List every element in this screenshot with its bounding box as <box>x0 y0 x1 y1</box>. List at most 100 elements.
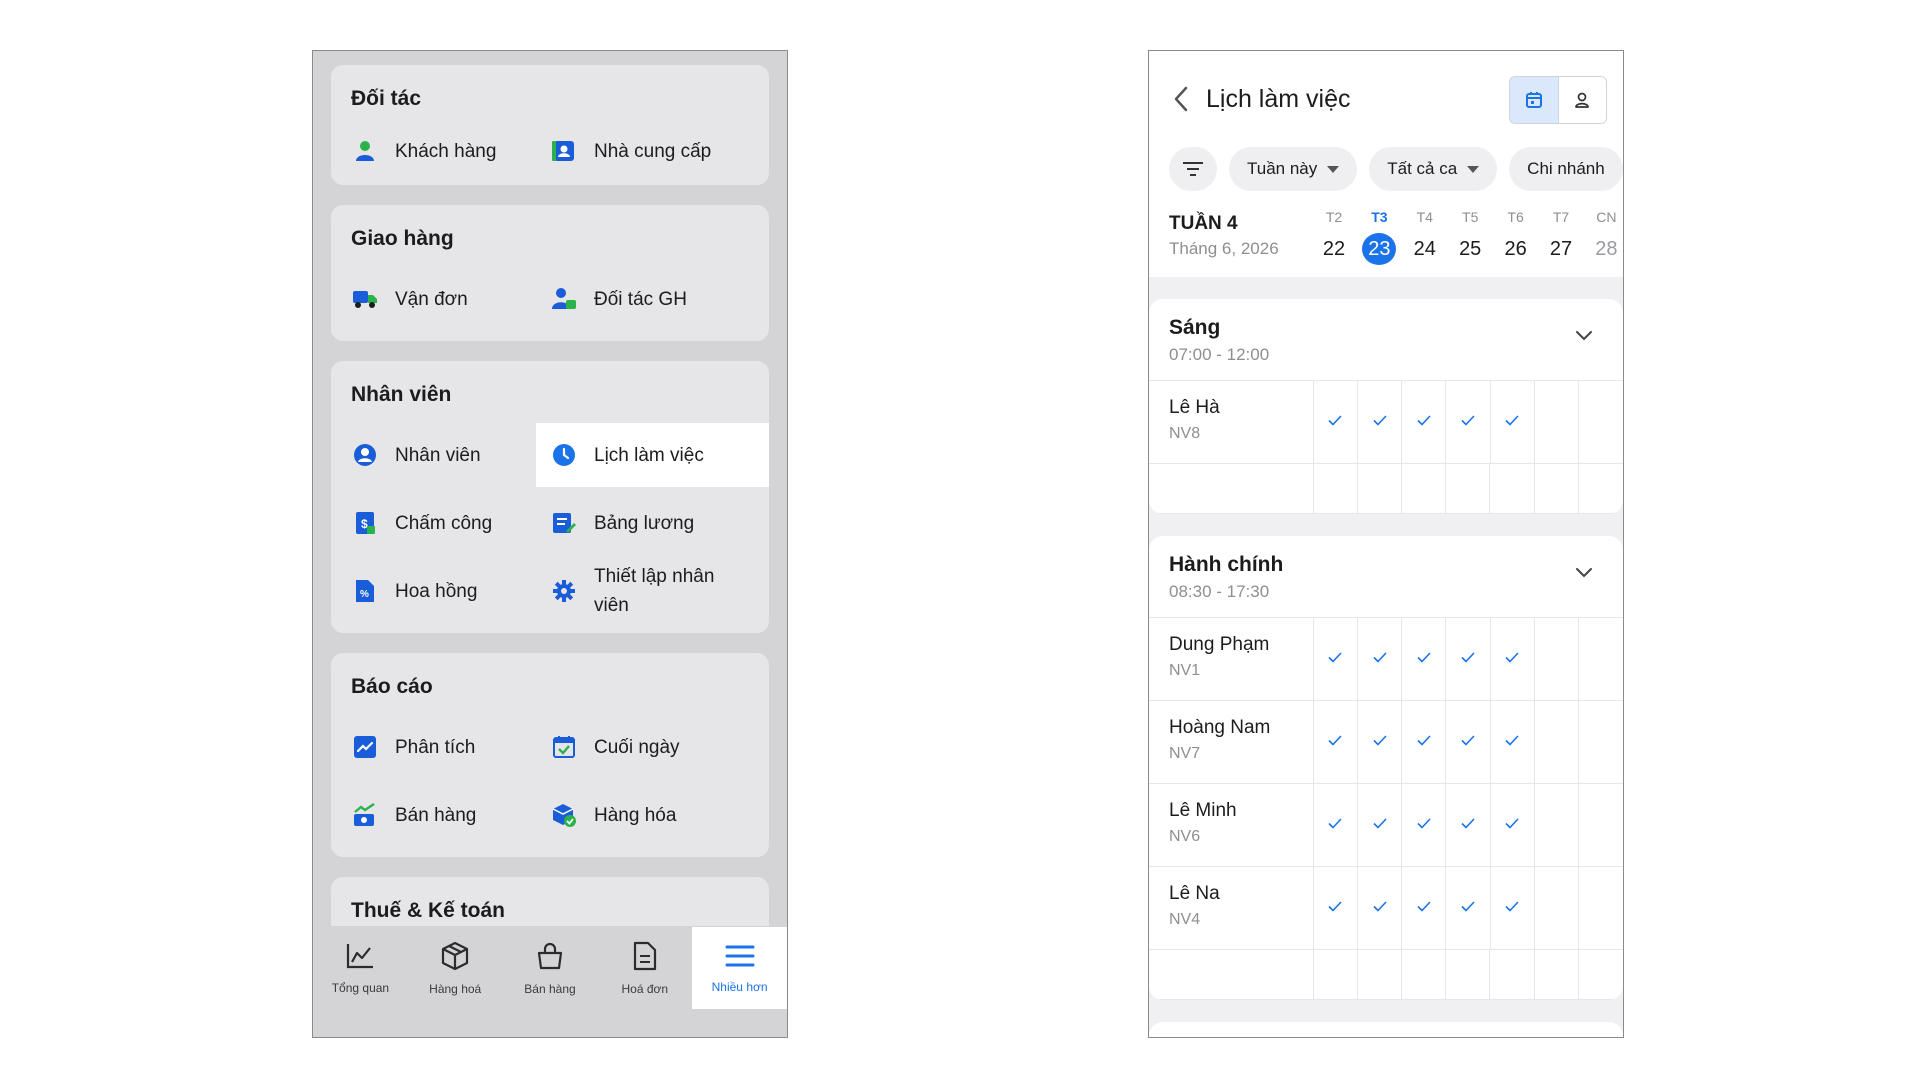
schedule-cell[interactable] <box>1579 784 1623 866</box>
period-filter-chip[interactable]: Tuần này <box>1229 147 1358 191</box>
menu-item[interactable]: % Hoa hồng <box>351 559 550 623</box>
branch-filter-chip[interactable]: Chi nhánh <box>1509 147 1623 191</box>
schedule-cell[interactable] <box>1446 618 1491 700</box>
overview-chart-icon <box>345 942 375 975</box>
shift-header[interactable]: Hành chính 08:30 - 17:30 <box>1149 536 1623 618</box>
menu-item[interactable]: Nhà cung cấp <box>550 127 749 175</box>
week-day[interactable]: T4 24 <box>1403 209 1447 265</box>
day-name: T2 <box>1325 209 1343 225</box>
filter-icon <box>1183 162 1203 176</box>
menu-item[interactable]: Khách hàng <box>351 127 550 175</box>
week-day[interactable]: T3 23 <box>1357 209 1401 265</box>
menu-item[interactable]: Cuối ngày <box>550 715 749 779</box>
tab-item[interactable]: Hàng hoá <box>408 927 503 1009</box>
schedule-cell[interactable] <box>1446 784 1491 866</box>
schedule-cell[interactable] <box>1402 618 1447 700</box>
menu-item[interactable]: Phân tích <box>351 715 550 779</box>
tab-item[interactable]: Hoá đơn <box>597 927 692 1009</box>
calendar-view-button[interactable] <box>1510 77 1559 123</box>
schedule-cell[interactable] <box>1579 701 1623 783</box>
employee-info[interactable]: Lê Minh NV6 <box>1149 784 1314 866</box>
chevron-down-icon[interactable] <box>1575 329 1593 347</box>
menu-item[interactable]: Hàng hóa <box>550 783 749 847</box>
employee-info[interactable]: Lê Na NV4 <box>1149 867 1314 949</box>
schedule-cell[interactable] <box>1446 867 1491 949</box>
schedule-cell[interactable] <box>1535 950 1579 999</box>
section-title: Đối tác <box>351 87 422 110</box>
schedule-cell[interactable] <box>1535 381 1579 463</box>
menu-item[interactable]: Nhân viên <box>351 423 550 487</box>
schedule-cell[interactable] <box>1402 950 1447 999</box>
tab-item[interactable]: Nhiều hơn <box>692 927 787 1009</box>
shift-filter-chip[interactable]: Tất cả ca <box>1369 147 1498 191</box>
schedule-cell[interactable] <box>1402 784 1447 866</box>
schedule-cell[interactable] <box>1402 464 1447 513</box>
check-icon <box>1505 733 1519 751</box>
menu-item[interactable]: Lịch làm việc <box>536 423 769 487</box>
menu-item[interactable]: Vận đơn <box>351 267 550 331</box>
schedule-cell[interactable] <box>1314 381 1359 463</box>
schedule-cell[interactable] <box>1535 867 1579 949</box>
schedule-cell[interactable] <box>1402 867 1447 949</box>
menu-item[interactable]: Bán hàng <box>351 783 550 847</box>
chevron-down-icon[interactable] <box>1575 566 1593 584</box>
schedule-cell[interactable] <box>1314 464 1358 513</box>
menu-item[interactable]: Đối tác GH <box>550 267 749 331</box>
schedule-cell[interactable] <box>1490 950 1535 999</box>
schedule-cell[interactable] <box>1579 867 1623 949</box>
employee-view-button[interactable] <box>1559 77 1607 123</box>
employee-info[interactable]: Hoàng Nam NV7 <box>1149 701 1314 783</box>
schedule-cell[interactable] <box>1446 381 1491 463</box>
page-title: Lịch làm việc <box>1206 85 1351 113</box>
week-day[interactable]: T2 22 <box>1312 209 1356 265</box>
schedule-cell[interactable] <box>1314 701 1359 783</box>
schedule-cell[interactable] <box>1491 701 1535 783</box>
schedule-cell[interactable] <box>1314 867 1359 949</box>
week-day[interactable]: T5 25 <box>1448 209 1492 265</box>
schedule-cell[interactable] <box>1535 618 1579 700</box>
schedule-cell[interactable] <box>1358 784 1403 866</box>
week-day[interactable]: CN 28 <box>1584 209 1623 265</box>
schedule-cell[interactable] <box>1491 618 1535 700</box>
schedule-cell[interactable] <box>1358 950 1403 999</box>
week-day[interactable]: T6 26 <box>1494 209 1538 265</box>
employee-info[interactable]: Lê Hà NV8 <box>1149 381 1314 463</box>
schedule-cell[interactable] <box>1491 784 1535 866</box>
empty-row <box>1149 464 1623 514</box>
schedule-cell[interactable] <box>1314 784 1359 866</box>
employee-info[interactable]: Dung Phạm NV1 <box>1149 618 1314 700</box>
menu-item[interactable]: Bảng lương <box>550 491 749 555</box>
schedule-cell[interactable] <box>1446 701 1491 783</box>
employee-name: Dung Phạm <box>1169 634 1270 655</box>
schedule-cell[interactable] <box>1446 950 1491 999</box>
schedule-cell[interactable] <box>1358 701 1403 783</box>
week-day[interactable]: T7 27 <box>1539 209 1583 265</box>
menu-item[interactable]: $ Chấm công <box>351 491 550 555</box>
schedule-cell[interactable] <box>1358 867 1403 949</box>
schedule-cell[interactable] <box>1579 464 1623 513</box>
tab-item[interactable]: Tổng quan <box>313 927 408 1009</box>
schedule-cell[interactable] <box>1446 464 1491 513</box>
filter-button[interactable] <box>1169 147 1217 191</box>
schedule-cell[interactable] <box>1491 867 1535 949</box>
schedule-cell[interactable] <box>1490 464 1535 513</box>
schedule-cell[interactable] <box>1358 618 1403 700</box>
schedule-cell[interactable] <box>1579 381 1623 463</box>
schedule-cell[interactable] <box>1491 381 1535 463</box>
tab-item[interactable]: Bán hàng <box>503 927 598 1009</box>
schedule-cell[interactable] <box>1535 464 1579 513</box>
back-button[interactable] <box>1167 81 1195 117</box>
schedule-cell[interactable] <box>1314 950 1358 999</box>
shift-header[interactable]: Sáng 07:00 - 12:00 <box>1149 299 1623 381</box>
schedule-cell[interactable] <box>1402 381 1447 463</box>
schedule-cell[interactable] <box>1314 618 1359 700</box>
empty-info-cell <box>1149 464 1314 513</box>
schedule-cell[interactable] <box>1535 784 1579 866</box>
schedule-cell[interactable] <box>1535 701 1579 783</box>
schedule-cell[interactable] <box>1402 701 1447 783</box>
schedule-cell[interactable] <box>1579 950 1623 999</box>
menu-item[interactable]: Thiết lập nhân viên <box>550 559 749 623</box>
schedule-cell[interactable] <box>1579 618 1623 700</box>
schedule-cell[interactable] <box>1358 381 1403 463</box>
schedule-cell[interactable] <box>1358 464 1403 513</box>
